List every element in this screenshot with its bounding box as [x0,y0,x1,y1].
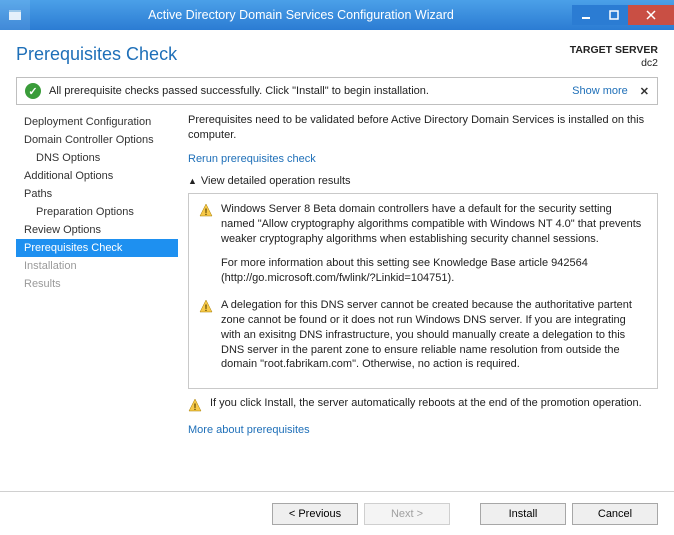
results-box: ! Windows Server 8 Beta domain controlle… [188,193,658,389]
maximize-button[interactable] [600,5,628,25]
sidebar-item-additional-options[interactable]: Additional Options [16,167,178,185]
page-header: Prerequisites Check TARGET SERVER dc2 [0,30,674,77]
next-button: Next > [364,503,450,525]
rerun-prerequisites-link[interactable]: Rerun prerequisites check [188,153,658,165]
install-footnote-row: ! If you click Install, the server autom… [188,397,658,412]
sidebar-item-prerequisites-check[interactable]: Prerequisites Check [16,239,178,257]
target-server-block: TARGET SERVER dc2 [570,44,658,69]
target-server-label: TARGET SERVER [570,44,658,57]
window-title: Active Directory Domain Services Configu… [30,8,572,22]
sidebar-item-review-options[interactable]: Review Options [16,221,178,239]
sidebar-item-preparation-options[interactable]: Preparation Options [16,203,178,221]
close-button[interactable] [628,5,674,25]
install-button[interactable]: Install [480,503,566,525]
main-content: Prerequisites need to be validated befor… [178,113,658,503]
status-bar: ✓ All prerequisite checks passed success… [16,77,658,105]
cancel-button[interactable]: Cancel [572,503,658,525]
window-buttons [572,5,674,25]
app-icon [0,0,30,30]
svg-text:!: ! [205,303,208,313]
caret-up-icon: ▲ [188,176,197,186]
sidebar-item-dns-options[interactable]: DNS Options [16,149,178,167]
previous-button[interactable]: < Previous [272,503,358,525]
show-more-link[interactable]: Show more [572,85,628,97]
page-title: Prerequisites Check [16,44,177,65]
minimize-button[interactable] [572,5,600,25]
wizard-footer: < Previous Next > Install Cancel [0,491,674,535]
dismiss-status-button[interactable]: ✕ [640,85,649,98]
warning-icon: ! [188,398,202,412]
sidebar-item-results: Results [16,275,178,293]
result-text: Windows Server 8 Beta domain controllers… [221,202,647,286]
more-about-prerequisites-link[interactable]: More about prerequisites [188,424,658,436]
intro-text: Prerequisites need to be validated befor… [188,113,658,143]
results-section-label: View detailed operation results [201,175,351,187]
result-text: A delegation for this DNS server cannot … [221,298,647,372]
svg-text:!: ! [194,402,197,412]
results-section-header[interactable]: ▲ View detailed operation results [188,175,658,187]
svg-text:!: ! [205,207,208,217]
sidebar-item-installation: Installation [16,257,178,275]
sidebar-item-paths[interactable]: Paths [16,185,178,203]
window-titlebar: Active Directory Domain Services Configu… [0,0,674,30]
target-server-value: dc2 [570,57,658,70]
warning-icon: ! [199,299,213,313]
success-icon: ✓ [25,83,41,99]
install-footnote: If you click Install, the server automat… [210,397,642,412]
warning-icon: ! [199,203,213,217]
result-row: ! A delegation for this DNS server canno… [199,298,647,372]
wizard-sidebar: Deployment ConfigurationDomain Controlle… [16,113,178,503]
status-message: All prerequisite checks passed successfu… [49,85,572,97]
sidebar-item-deployment-configuration[interactable]: Deployment Configuration [16,113,178,131]
result-row: ! Windows Server 8 Beta domain controlle… [199,202,647,286]
sidebar-item-domain-controller-options[interactable]: Domain Controller Options [16,131,178,149]
